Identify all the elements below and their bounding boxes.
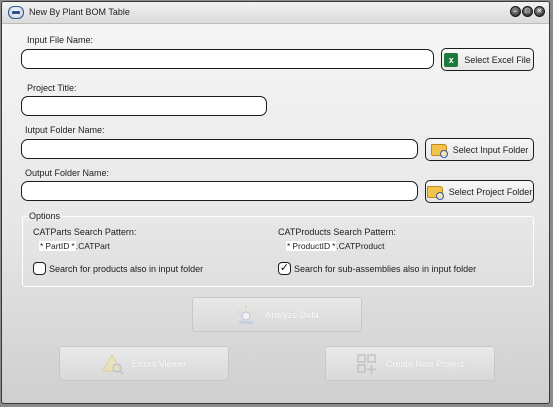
input-file-label: Input File Name: bbox=[27, 35, 94, 45]
search-products-checkbox[interactable] bbox=[33, 262, 46, 275]
window-title: New By Plant BOM Table bbox=[29, 7, 130, 17]
select-input-folder-button[interactable]: Select Input Folder bbox=[425, 138, 534, 161]
select-excel-file-button[interactable]: x Select Excel File bbox=[441, 48, 534, 71]
create-new-project-button[interactable]: Create New Project bbox=[325, 346, 495, 381]
create-new-project-label: Create New Project bbox=[385, 358, 465, 369]
errors-viewer-button[interactable]: Errors Viewer bbox=[59, 346, 229, 381]
catproducts-pattern-ext: .CATProduct bbox=[336, 241, 385, 251]
output-folder-label: Output Folder Name: bbox=[25, 168, 110, 178]
input-folder-label: Iutput Folder Name: bbox=[25, 125, 105, 135]
errors-viewer-label: Errors Viewer bbox=[131, 358, 187, 369]
close-button[interactable]: ✕ bbox=[534, 6, 545, 17]
analyze-data-label: Analyze Data bbox=[265, 309, 319, 320]
catparts-pattern: * PartID *.CATPart bbox=[39, 241, 110, 251]
catproducts-pattern-token[interactable]: ProductID bbox=[291, 241, 332, 251]
catparts-pattern-label: CATParts Search Pattern: bbox=[33, 227, 137, 237]
catproducts-pattern: * ProductID *.CATProduct bbox=[286, 241, 384, 251]
folder-search-icon bbox=[426, 185, 444, 200]
app-logo-icon bbox=[8, 6, 24, 19]
catparts-pattern-ext: .CATPart bbox=[75, 241, 111, 251]
minimize-button[interactable]: – bbox=[510, 6, 521, 17]
select-project-folder-button[interactable]: Select Project Folder bbox=[425, 180, 534, 203]
analyze-data-button[interactable]: Analyze Data bbox=[192, 297, 362, 332]
select-input-folder-label: Select Input Folder bbox=[452, 144, 529, 155]
catproducts-pattern-label: CATProducts Search Pattern: bbox=[278, 227, 396, 237]
input-file-field[interactable] bbox=[21, 49, 434, 69]
excel-icon: x bbox=[444, 52, 459, 67]
search-subassemblies-checkbox[interactable]: ✓ bbox=[278, 262, 291, 275]
search-products-label: Search for products also in input folder bbox=[49, 264, 204, 274]
search-subassemblies-label: Search for sub-assemblies also in input … bbox=[294, 264, 477, 274]
output-folder-field[interactable] bbox=[21, 181, 418, 201]
title-bar: New By Plant BOM Table – □ ✕ bbox=[2, 2, 549, 24]
bom-table-window: New By Plant BOM Table – □ ✕ Input File … bbox=[1, 1, 550, 404]
options-legend: Options bbox=[27, 211, 63, 221]
project-title-label: Project Title: bbox=[27, 83, 77, 93]
select-excel-file-label: Select Excel File bbox=[464, 54, 531, 65]
select-project-folder-label: Select Project Folder bbox=[448, 186, 533, 197]
analyze-icon bbox=[237, 305, 255, 324]
maximize-button[interactable]: □ bbox=[522, 6, 533, 17]
catparts-pattern-token[interactable]: PartID bbox=[44, 241, 71, 251]
input-folder-field[interactable] bbox=[21, 139, 418, 159]
project-title-field[interactable] bbox=[21, 96, 267, 116]
folder-search-icon bbox=[430, 143, 448, 158]
add-grid-icon bbox=[357, 353, 376, 374]
warning-search-icon bbox=[101, 353, 124, 375]
